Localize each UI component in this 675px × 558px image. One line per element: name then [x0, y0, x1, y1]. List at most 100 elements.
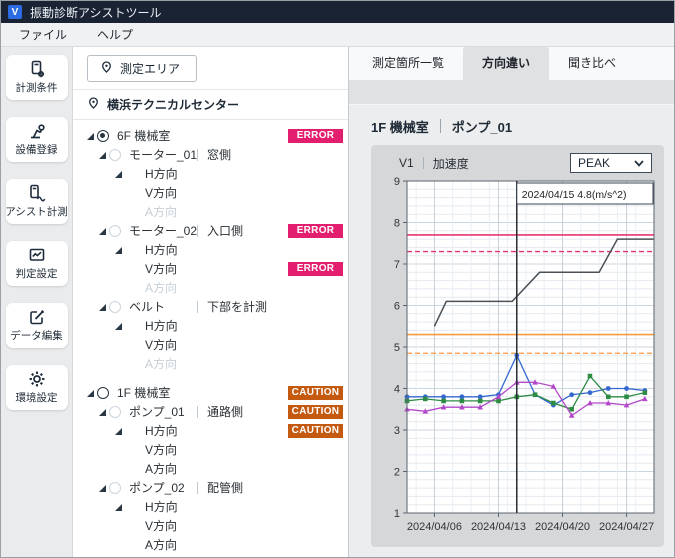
- site-name: 横浜テクニカルセンター: [107, 96, 239, 113]
- radio-selected[interactable]: [97, 130, 109, 142]
- node-label: モーター_02: [129, 222, 197, 239]
- menu-help[interactable]: ヘルプ: [97, 26, 133, 43]
- tree-row-3-V方向[interactable]: V方向: [73, 183, 348, 202]
- measuring-device-gear-icon: [28, 60, 46, 78]
- y-tick-label: 2: [394, 467, 400, 479]
- expander-icon[interactable]: [97, 149, 109, 161]
- sidebar-item-judgement-settings[interactable]: 判定設定: [6, 241, 68, 286]
- expander-icon[interactable]: [113, 168, 125, 180]
- window-title: 振動診断アシストツール: [30, 4, 162, 21]
- menu-bar: ファイル ヘルプ: [1, 23, 674, 47]
- sidebar-item-assist-measure[interactable]: アシスト計測: [6, 179, 68, 224]
- expander-icon[interactable]: [113, 501, 125, 513]
- channel-label: V1: [399, 156, 414, 170]
- sidebar-item-label: データ編集: [10, 328, 63, 343]
- y-tick-label: 9: [394, 176, 400, 188]
- tree-row-12-A方向[interactable]: A方向: [73, 354, 348, 373]
- tab-direction-difference[interactable]: 方向違い: [463, 47, 549, 80]
- sidebar-item-label: 環境設定: [16, 390, 58, 405]
- node-label: 1F 機械室: [117, 384, 170, 401]
- expander-icon[interactable]: [85, 387, 97, 399]
- node-location-label: 通路側: [198, 403, 243, 420]
- trend-chart[interactable]: 2024/04/15 4.8(m/s^2)1234567892024/04/06…: [377, 175, 660, 541]
- tree-row-0-6F 機械室[interactable]: 6F 機械室ERROR: [73, 126, 348, 145]
- tab-listen-compare[interactable]: 聞き比べ: [549, 47, 635, 80]
- cursor-tooltip-text: 2024/04/15 4.8(m/s^2): [522, 189, 627, 201]
- tree-row-11-V方向[interactable]: V方向: [73, 335, 348, 354]
- node-location-label: 配管側: [198, 479, 243, 496]
- node-label: A方向: [145, 355, 177, 372]
- radio-dim[interactable]: [109, 149, 121, 161]
- trend-green-marker: [478, 399, 483, 404]
- status-badge: CAUTION: [288, 386, 343, 400]
- node-label: ベルト: [129, 298, 197, 315]
- y-tick-label: 1: [394, 508, 400, 520]
- expander-icon[interactable]: [113, 320, 125, 332]
- expander-icon[interactable]: [97, 301, 109, 313]
- tree-row-9-ベルト[interactable]: ベルト下部を計測: [73, 297, 348, 316]
- site-row[interactable]: 横浜テクニカルセンター: [73, 90, 348, 120]
- radio-unselected[interactable]: [97, 387, 109, 399]
- map-pin-icon: [87, 96, 100, 113]
- breadcrumb: 1F 機械室 ポンプ_01: [371, 113, 664, 139]
- node-label: A方向: [145, 536, 177, 553]
- edit-pencil-icon: [28, 308, 46, 326]
- expander-icon[interactable]: [97, 406, 109, 418]
- tree-row-8-A方向[interactable]: A方向: [73, 278, 348, 297]
- node-label: ポンプ_02: [129, 479, 197, 496]
- tree-row-22-ベルト[interactable]: ベルト下部を計測: [73, 554, 348, 557]
- trend-green-marker: [588, 374, 593, 379]
- tree-row-20-V方向[interactable]: V方向: [73, 516, 348, 535]
- radio-dim[interactable]: [109, 482, 121, 494]
- tree-row-17-A方向[interactable]: A方向: [73, 459, 348, 478]
- channel-label-row: V1 加速度: [399, 155, 469, 172]
- expander-icon[interactable]: [97, 482, 109, 494]
- x-tick-label: 2024/04/13: [471, 521, 526, 533]
- expander-icon[interactable]: [113, 425, 125, 437]
- sidebar-item-measure-conditions[interactable]: 計測条件: [6, 55, 68, 100]
- measurement-area-button[interactable]: 測定エリア: [87, 55, 197, 82]
- tree-row-2-H方向[interactable]: H方向: [73, 164, 348, 183]
- tree-row-18-ポンプ_02[interactable]: ポンプ_02配管側: [73, 478, 348, 497]
- radio-dim[interactable]: [109, 406, 121, 418]
- status-badge: CAUTION: [288, 405, 343, 419]
- expander-icon[interactable]: [113, 244, 125, 256]
- sidebar-item-data-edit[interactable]: データ編集: [6, 303, 68, 348]
- node-label: ポンプ_01: [129, 403, 197, 420]
- y-tick-label: 7: [394, 259, 400, 271]
- tree-row-10-H方向[interactable]: H方向: [73, 316, 348, 335]
- menu-file[interactable]: ファイル: [19, 26, 67, 43]
- sidebar-item-label: 計測条件: [16, 80, 58, 95]
- tree-row-14-ポンプ_01[interactable]: ポンプ_01通路側 CAUTION: [73, 402, 348, 421]
- expander-icon[interactable]: [85, 130, 97, 142]
- peak-mode-select[interactable]: PEAK: [570, 153, 652, 173]
- sidebar-item-equipment-register[interactable]: 設備登録: [6, 117, 68, 162]
- tree-row-16-V方向[interactable]: V方向: [73, 440, 348, 459]
- x-tick-label: 2024/04/06: [407, 521, 462, 533]
- tree-row-19-H方向[interactable]: H方向: [73, 497, 348, 516]
- expander-icon[interactable]: [97, 225, 109, 237]
- node-label: モーター_01: [129, 146, 197, 163]
- tree-row-5-モーター_02[interactable]: モーター_02入口側ERROR: [73, 221, 348, 240]
- status-badge: CAUTION: [288, 424, 343, 438]
- y-tick-label: 3: [394, 425, 400, 437]
- node-label: A方向: [145, 460, 177, 477]
- radio-dim[interactable]: [109, 225, 121, 237]
- tree-row-15-H方向[interactable]: H方向 CAUTION: [73, 421, 348, 440]
- tree-row-1-モーター_01[interactable]: モーター_01窓側: [73, 145, 348, 164]
- node-label: H方向: [145, 422, 178, 439]
- sidebar-item-label: 判定設定: [16, 266, 58, 281]
- tree-row-4-A方向[interactable]: A方向: [73, 202, 348, 221]
- tree-row-6-H方向[interactable]: H方向: [73, 240, 348, 259]
- sidebar-item-label: アシスト計測: [5, 204, 68, 219]
- tree-row-13-1F 機械室[interactable]: 1F 機械室 CAUTION: [73, 383, 348, 402]
- trend-green-marker: [624, 395, 629, 400]
- sidebar-item-environment-settings[interactable]: 環境設定: [6, 365, 68, 410]
- radio-dim[interactable]: [109, 301, 121, 313]
- node-label: V方向: [145, 336, 177, 353]
- tree-row-7-V方向[interactable]: V方向ERROR: [73, 259, 348, 278]
- tab-measurement-list[interactable]: 測定箇所一覧: [353, 47, 463, 80]
- sidebar-item-label: 設備登録: [16, 142, 58, 157]
- tree-row-21-A方向[interactable]: A方向: [73, 535, 348, 554]
- node-label: H方向: [145, 165, 178, 182]
